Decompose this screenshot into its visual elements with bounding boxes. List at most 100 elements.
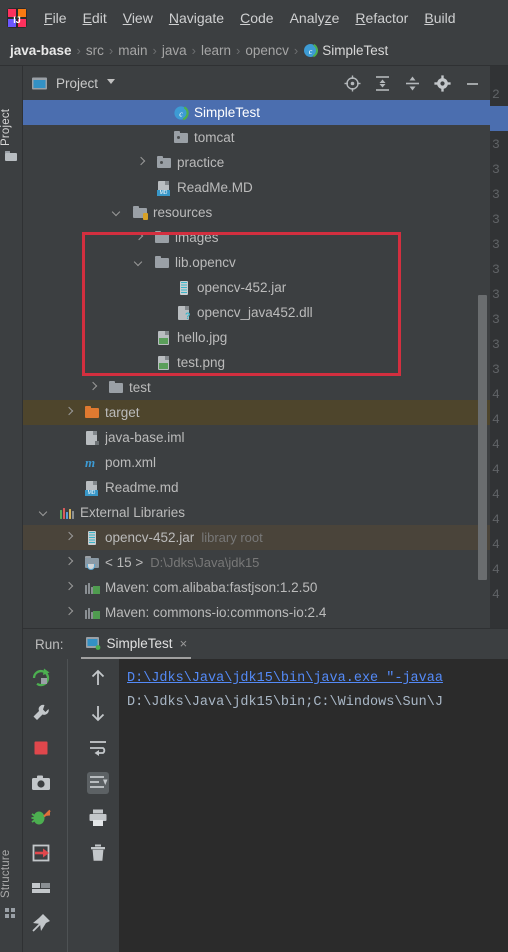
menu-item-view[interactable]: View [115,8,161,28]
menu-item-build[interactable]: Build [416,8,463,28]
tree-row-test-png[interactable]: test.png [23,350,490,375]
tree-row-library-opencv-452-jar[interactable]: opencv-452.jar library root [23,525,490,550]
run-panel-header: Run: SimpleTest × [23,629,508,659]
menu-item-analyze-pre: Analy [289,10,325,26]
editor-line-number-gutter: 2 2 3 3 3 3 3 3 3 3 3 3 4 4 4 4 4 4 4 4 … [490,66,508,628]
breadcrumb: java-base › src › main › java › learn › … [0,36,508,66]
jdk-icon [84,555,100,571]
collapse-all-icon[interactable] [403,74,422,93]
breadcrumb-item-learn[interactable]: learn [201,43,231,58]
jar-file-icon [84,530,100,546]
breadcrumb-item-project[interactable]: java-base [10,43,72,58]
wrench-settings-icon[interactable] [30,702,52,724]
tool-window-button-project[interactable]: Project [0,76,23,146]
gutter-line-number: 3 [492,212,500,227]
layout-icon[interactable] [30,877,52,899]
settings-gear-icon[interactable] [433,74,452,93]
breadcrumb-item-src[interactable]: src [86,43,104,58]
svg-text:IJ: IJ [13,15,21,25]
tree-row-resources[interactable]: resources [23,200,490,225]
tree-row-opencv-452-jar[interactable]: opencv-452.jar [23,275,490,300]
chevron-down-icon[interactable] [133,256,146,269]
chevron-right-icon[interactable] [133,231,146,244]
trash-icon[interactable] [87,842,109,864]
print-icon[interactable] [87,807,109,829]
chevron-right-icon[interactable] [63,606,76,619]
run-tab-simpletest[interactable]: SimpleTest × [80,629,192,659]
tree-row-readme-md-upper[interactable]: MD ReadMe.MD [23,175,490,200]
tree-row-simpletest[interactable]: c SimpleTest [23,100,490,125]
gutter-line-number: 3 [492,262,500,277]
tree-row-images[interactable]: images [23,225,490,250]
menu-item-file-mnemonic: F [44,10,53,26]
chevron-right-icon[interactable] [87,381,100,394]
expand-all-icon[interactable] [373,74,392,93]
soft-wrap-icon[interactable] [87,737,109,759]
menu-bar: IJ File Edit View Navigate Code Analyze … [0,0,508,36]
menu-item-analyze[interactable]: Analyze [282,8,348,28]
project-toolbar-actions [343,74,490,93]
breadcrumb-item-opencv[interactable]: opencv [245,43,289,58]
menu-item-analyze-mnemonic: z [324,10,332,26]
tree-row-opencv-java452-dll[interactable]: ? opencv_java452.dll [23,300,490,325]
tree-row-external-libraries[interactable]: External Libraries [23,500,490,525]
exit-icon[interactable] [30,842,52,864]
tool-window-button-structure[interactable]: Structure [0,826,23,898]
close-icon[interactable]: × [180,636,188,651]
chevron-right-icon[interactable] [63,556,76,569]
excluded-folder-icon [84,405,100,421]
arrow-down-icon[interactable] [87,702,109,724]
menu-item-file[interactable]: File [36,8,75,28]
tree-row-label: Maven: commons-io:commons-io:2.4 [105,605,327,620]
minimize-icon[interactable] [463,74,482,93]
tree-row-sublabel: D:\Jdks\Java\jdk15 [150,555,260,570]
menu-item-refactor[interactable]: Refactor [347,8,416,28]
tree-row-pom-xml[interactable]: m pom.xml [23,450,490,475]
tree-row-java-base-iml[interactable]: java-base.iml [23,425,490,450]
tree-row-readme-md[interactable]: MD Readme.md [23,475,490,500]
maven-library-icon [84,605,100,621]
tool-window-button-favorites[interactable]: Favorites [0,932,23,952]
chevron-down-icon[interactable] [38,506,51,519]
arrow-up-icon[interactable] [87,667,109,689]
scroll-to-end-icon[interactable] [87,772,109,794]
chevron-right-icon[interactable] [63,531,76,544]
locate-target-icon[interactable] [343,74,362,93]
tree-row-label: pom.xml [105,455,157,470]
pin-icon[interactable] [30,912,52,934]
menu-item-edit[interactable]: Edit [75,8,115,28]
breadcrumb-separator-icon: › [152,43,157,58]
breadcrumb-item-java[interactable]: java [162,43,187,58]
gutter-line-number: 4 [492,587,500,602]
chevron-right-icon[interactable] [63,406,76,419]
tree-row-tomcat[interactable]: tomcat [23,125,490,150]
breadcrumb-item-main[interactable]: main [118,43,147,58]
project-tree[interactable]: c SimpleTest tomcat practice MD ReadMe.M… [23,100,490,628]
tree-row-test[interactable]: test [23,375,490,400]
tree-row-target[interactable]: target [23,400,490,425]
console-output[interactable]: D:\Jdks\Java\jdk15\bin\java.exe "-javaa … [119,659,508,952]
tree-row-maven-commons-io[interactable]: Maven: commons-io:commons-io:2.4 [23,600,490,625]
svg-text:c: c [179,109,183,118]
breadcrumb-item-simpletest[interactable]: SimpleTest [322,43,388,58]
chevron-right-icon[interactable] [135,156,148,169]
menu-item-navigate[interactable]: Navigate [161,8,232,28]
chevron-down-icon[interactable] [111,206,124,219]
camera-snapshot-icon[interactable] [30,772,52,794]
rerun-icon[interactable] [30,667,52,689]
tree-row-practice[interactable]: practice [23,150,490,175]
tree-row-hello-jpg[interactable]: hello.jpg [23,325,490,350]
chevron-right-icon[interactable] [63,581,76,594]
tree-row-label: Maven: com.alibaba:fastjson:1.2.50 [105,580,318,595]
menu-item-code[interactable]: Code [232,8,281,28]
stop-icon[interactable] [30,737,52,759]
tree-row-lib-opencv[interactable]: lib.opencv [23,250,490,275]
gutter-line-number: 4 [492,462,500,477]
chevron-down-icon[interactable] [104,74,118,93]
project-tree-scrollbar[interactable] [478,295,487,580]
class-icon: c [303,43,319,58]
tree-row-maven-fastjson[interactable]: Maven: com.alibaba:fastjson:1.2.50 [23,575,490,600]
tree-row-jdk15[interactable]: < 15 > D:\Jdks\Java\jdk15 [23,550,490,575]
console-line-link[interactable]: D:\Jdks\Java\jdk15\bin\java.exe "-javaa [127,667,508,691]
debug-icon[interactable] [30,807,52,829]
